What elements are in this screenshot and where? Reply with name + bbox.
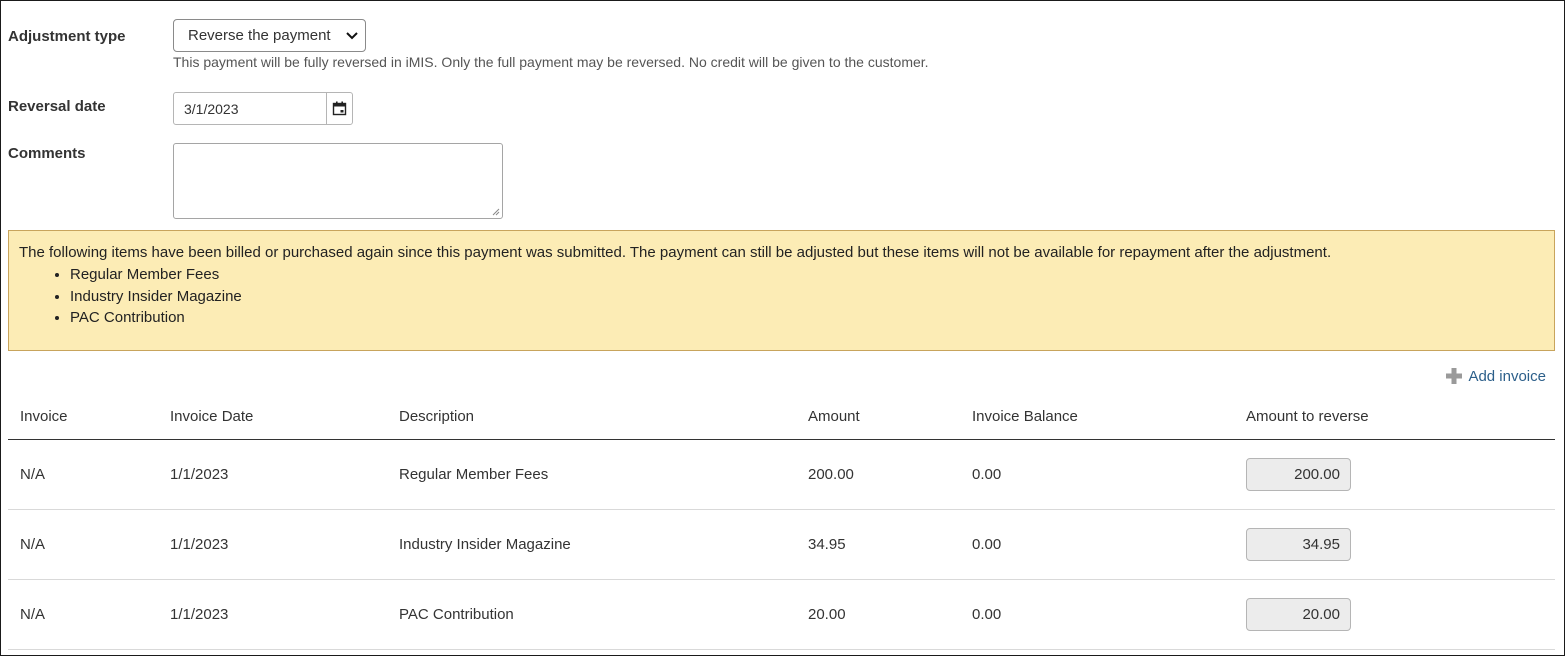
resize-grip-icon[interactable] [492, 208, 500, 216]
plus-icon [1446, 368, 1463, 384]
cell-invoice: N/A [20, 606, 46, 623]
calendar-button[interactable] [326, 93, 352, 124]
column-header-invoice-date: Invoice Date [170, 408, 254, 425]
reversal-date-value: 3/1/2023 [184, 100, 239, 117]
cell-invoice-balance: 0.00 [972, 536, 1002, 553]
cell-amount: 34.95 [808, 536, 846, 553]
cell-invoice: N/A [20, 536, 46, 553]
column-header-invoice-balance: Invoice Balance [972, 408, 1078, 425]
warning-item: PAC Contribution [70, 307, 1544, 329]
reversal-date-input[interactable]: 3/1/2023 [173, 92, 353, 125]
column-header-amount: Amount [808, 408, 860, 425]
column-header-amount-to-reverse: Amount to reverse [1246, 408, 1369, 425]
cell-invoice-date: 1/1/2023 [170, 606, 229, 623]
adjustment-type-value: Reverse the payment [188, 27, 331, 44]
invoice-table: Invoice Invoice Date Description Amount … [8, 396, 1555, 650]
amount-to-reverse-input[interactable]: 200.00 [1246, 458, 1351, 491]
cell-description: Regular Member Fees [399, 466, 549, 483]
comments-label: Comments [8, 145, 86, 162]
warning-item: Regular Member Fees [70, 264, 1544, 286]
table-row: N/A 1/1/2023 PAC Contribution 20.00 0.00… [8, 580, 1555, 650]
adjustment-hint: This payment will be fully reversed in i… [173, 54, 929, 70]
adjustment-type-select[interactable]: Reverse the payment [173, 19, 366, 52]
chevron-down-icon [346, 32, 358, 40]
cell-invoice-date: 1/1/2023 [170, 536, 229, 553]
warning-item: Industry Insider Magazine [70, 286, 1544, 308]
cell-invoice-balance: 0.00 [972, 606, 1002, 623]
cell-amount: 20.00 [808, 606, 846, 623]
amount-to-reverse-input[interactable]: 34.95 [1246, 528, 1351, 561]
comments-textarea[interactable] [173, 143, 503, 219]
column-header-invoice: Invoice [20, 408, 68, 425]
table-row: N/A 1/1/2023 Industry Insider Magazine 3… [8, 510, 1555, 580]
cell-invoice-balance: 0.00 [972, 466, 1002, 483]
table-header: Invoice Invoice Date Description Amount … [8, 396, 1555, 440]
table-row: N/A 1/1/2023 Regular Member Fees 200.00 … [8, 440, 1555, 510]
amount-to-reverse-input[interactable]: 20.00 [1246, 598, 1351, 631]
column-header-description: Description [399, 408, 475, 425]
adjustment-type-label: Adjustment type [8, 28, 126, 45]
warning-message: The following items have been billed or … [19, 244, 1332, 261]
add-invoice-label: Add invoice [1468, 367, 1546, 385]
add-invoice-link[interactable]: Add invoice [1445, 367, 1546, 385]
calendar-icon [332, 101, 347, 116]
warning-alert: The following items have been billed or … [8, 230, 1555, 351]
reversal-date-label: Reversal date [8, 98, 106, 115]
cell-description: PAC Contribution [399, 606, 514, 623]
cell-invoice: N/A [20, 466, 46, 483]
cell-amount: 200.00 [808, 466, 854, 483]
cell-invoice-date: 1/1/2023 [170, 466, 229, 483]
warning-item-list: Regular Member Fees Industry Insider Mag… [19, 264, 1544, 329]
cell-description: Industry Insider Magazine [399, 536, 571, 553]
